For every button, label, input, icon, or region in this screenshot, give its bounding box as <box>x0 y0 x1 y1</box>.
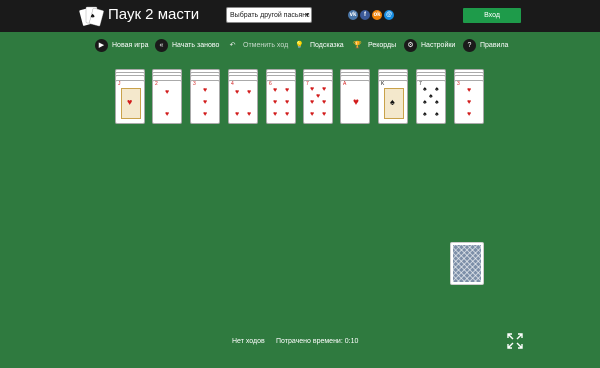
settings-label: Настройки <box>421 41 456 49</box>
new-game-button[interactable]: ▶ Новая игра <box>95 38 148 52</box>
tableau-card[interactable]: 6 ♥ ♥ ♥ ♥ ♥ ♥ <box>266 80 296 124</box>
card-rank: J <box>118 81 121 87</box>
page-title: Паук 2 масти <box>108 6 200 23</box>
suit-pip: ♥ <box>322 111 327 118</box>
rules-label: Правила <box>480 41 509 49</box>
suit-pip: ♠ <box>429 93 433 100</box>
suit-pip: ♠ <box>435 111 439 118</box>
fullscreen-icon[interactable] <box>507 333 523 349</box>
suit-pip: ♥ <box>310 99 315 106</box>
card-rank: 3 <box>193 81 196 87</box>
stock-pile[interactable] <box>450 242 484 285</box>
suit-pip: ♥ <box>273 111 278 118</box>
records-button[interactable]: 🏆 Рекорды <box>351 38 396 52</box>
question-icon: ? <box>463 38 476 52</box>
suit-pip: ♥ <box>285 111 290 118</box>
suit-pip: ♥ <box>467 99 472 106</box>
suit-pip: ♥ <box>285 99 290 106</box>
tableau-card[interactable]: J ♥ <box>115 80 145 124</box>
suit-pip: ♥ <box>285 87 290 94</box>
cards-logo-icon[interactable]: ♠ <box>78 4 104 28</box>
records-label: Рекорды <box>368 41 397 49</box>
suit-pip: ♥ <box>310 111 315 118</box>
svg-text:♠: ♠ <box>90 13 95 20</box>
suit-pip: ♠ <box>423 86 427 93</box>
suit-pip: ♥ <box>235 89 240 96</box>
restart-label: Начать заново <box>172 41 220 49</box>
double-chevron-left-icon: « <box>155 38 168 52</box>
tableau-card[interactable]: K ♠ <box>378 80 408 124</box>
court-figure: ♠ <box>384 88 404 119</box>
restart-button[interactable]: « Начать заново <box>155 38 219 52</box>
court-figure: ♥ <box>121 88 141 119</box>
suit-pip: ♥ <box>247 111 252 118</box>
card-rank: 3 <box>457 81 460 87</box>
suit-pip: ♥ <box>316 93 321 100</box>
game-select[interactable]: Выбрать другой пасьянс ▾ <box>226 7 312 23</box>
hint-label: Подсказка <box>310 41 344 49</box>
suit-pip: ♥ <box>165 111 170 118</box>
card-rank: 4 <box>231 81 234 87</box>
suit-pip: ♠ <box>423 99 427 106</box>
play-icon: ▶ <box>95 38 108 52</box>
odnoklassniki-icon[interactable]: ok <box>372 10 382 20</box>
suit-pip: ♥ <box>203 99 208 106</box>
suit-pip: ♥ <box>467 111 472 118</box>
card-back <box>453 245 481 282</box>
suit-pip: ♥ <box>322 86 327 93</box>
facebook-icon[interactable]: f <box>360 10 370 20</box>
tableau-card[interactable]: 7 ♠ ♠ ♠ ♠ ♠ ♠ ♠ <box>416 80 446 124</box>
card-rank: 2 <box>155 81 158 87</box>
suit-pip: ♥ <box>310 86 315 93</box>
tableau-card[interactable]: 4 ♥ ♥ ♥ ♥ <box>228 80 258 124</box>
vk-icon[interactable]: vk <box>348 10 358 20</box>
suit-pip: ♥ <box>353 97 359 108</box>
login-button[interactable]: Вход <box>463 8 521 23</box>
rules-button[interactable]: ? Правила <box>463 38 508 52</box>
suit-pip: ♥ <box>273 99 278 106</box>
tableau-card[interactable]: 3 ♥ ♥ ♥ <box>190 80 220 124</box>
settings-button[interactable]: ⚙ Настройки <box>404 38 455 52</box>
suit-pip: ♥ <box>165 89 170 96</box>
suit-pip: ♠ <box>435 86 439 93</box>
new-game-label: Новая игра <box>112 41 149 49</box>
card-rank: 6 <box>269 81 272 87</box>
game-select-value: Выбрать другой пасьянс <box>230 12 310 19</box>
tableau-card[interactable]: 2 ♥ ♥ <box>152 80 182 124</box>
gear-icon: ⚙ <box>404 38 417 52</box>
undo-label: Отменить ход <box>243 41 289 49</box>
suit-pip: ♥ <box>203 111 208 118</box>
top-bar: ♠ Паук 2 масти Выбрать другой пасьянс ▾ … <box>0 0 600 32</box>
suit-pip: ♠ <box>435 99 439 106</box>
suit-pip: ♥ <box>273 87 278 94</box>
card-rank: K <box>381 81 385 87</box>
undo-button[interactable]: ↶ Отменить ход <box>226 38 289 52</box>
card-rank: A <box>343 81 347 87</box>
suit-pip: ♥ <box>127 97 133 107</box>
mailru-icon[interactable]: @ <box>384 10 394 20</box>
undo-arrow-icon: ↶ <box>229 42 236 49</box>
chevron-down-icon: ▾ <box>305 12 309 19</box>
suit-pip: ♥ <box>467 87 472 94</box>
trophy-icon: 🏆 <box>353 42 362 49</box>
tableau-card[interactable]: 3 ♥ ♥ ♥ <box>454 80 484 124</box>
elapsed-time: Потрачено времени: 0:10 <box>276 338 359 345</box>
suit-pip: ♥ <box>247 89 252 96</box>
suit-pip: ♠ <box>423 111 427 118</box>
card-rank: 7 <box>306 81 309 87</box>
tableau-card[interactable]: 7 ♥ ♥ ♥ ♥ ♥ ♥ ♥ <box>303 80 333 124</box>
suit-pip: ♥ <box>235 111 240 118</box>
tableau-card[interactable]: A ♥ <box>340 80 370 124</box>
hint-button[interactable]: 💡 Подсказка <box>293 38 344 52</box>
moves-status: Нет ходов <box>232 338 265 345</box>
lightbulb-icon: 💡 <box>295 42 304 49</box>
suit-pip: ♥ <box>203 87 208 94</box>
card-rank: 7 <box>419 81 422 87</box>
suit-pip: ♥ <box>322 99 327 106</box>
suit-pip: ♠ <box>390 97 395 107</box>
